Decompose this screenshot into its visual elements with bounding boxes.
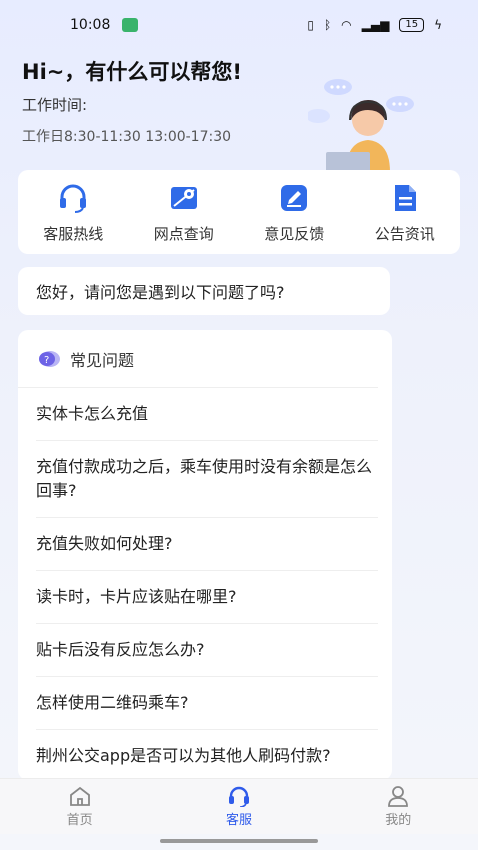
faq-item[interactable]: 怎样使用二维码乘车? bbox=[36, 677, 378, 730]
headset-icon bbox=[56, 181, 90, 215]
tab-profile[interactable]: 我的 bbox=[353, 785, 443, 828]
charging-icon: ϟ bbox=[434, 18, 442, 32]
headset-icon bbox=[228, 786, 249, 807]
vibrate-icon: ▯ bbox=[307, 18, 314, 32]
tab-home[interactable]: 首页 bbox=[35, 785, 125, 828]
chat-question-icon: ? bbox=[39, 350, 60, 367]
tab-home-label: 首页 bbox=[66, 813, 93, 828]
user-icon bbox=[388, 786, 409, 807]
edit-icon bbox=[277, 181, 311, 215]
svg-text:?: ? bbox=[44, 355, 49, 366]
bluetooth-icon: ᛒ bbox=[323, 18, 332, 32]
faq-card: ? 常见问题 实体卡怎么充值 充值付款成功之后，乘车使用时没有余额是怎么回事? … bbox=[18, 330, 392, 780]
tab-profile-label: 我的 bbox=[385, 813, 412, 828]
home-icon bbox=[69, 786, 90, 806]
faq-item[interactable]: 荆州公交app是否可以为其他人刷码付款? bbox=[36, 730, 378, 780]
faq-item[interactable]: 充值失败如何处理? bbox=[36, 518, 378, 571]
quick-actions-card: 客服热线 网点查询 意见反馈 公告资讯 bbox=[18, 170, 460, 254]
work-hours: 工作日8:30-11:30 13:00-17:30 bbox=[22, 129, 232, 145]
signal-icon: ▂▄▆ bbox=[361, 18, 390, 32]
bottom-tab-bar: 首页 客服 我的 bbox=[0, 778, 478, 834]
battery-icon: 15 bbox=[399, 18, 425, 32]
map-location-icon bbox=[167, 181, 201, 215]
faq-title: 常见问题 bbox=[70, 350, 135, 370]
hotline-label: 客服热线 bbox=[43, 224, 104, 243]
faq-item[interactable]: 实体卡怎么充值 bbox=[36, 388, 378, 441]
work-time-label: 工作时间: bbox=[22, 96, 88, 114]
faq-item[interactable]: 读卡时，卡片应该贴在哪里? bbox=[36, 571, 378, 624]
hero-section: Hi~，有什么可以帮您! 工作时间: 工作日8:30-11:30 13:00-1… bbox=[0, 52, 478, 172]
faq-item[interactable]: 贴卡后没有反应怎么办? bbox=[36, 624, 378, 677]
greeting-title: Hi~，有什么可以帮您! bbox=[22, 60, 242, 84]
app-notification-icon bbox=[122, 18, 139, 32]
tab-customer-service-label: 客服 bbox=[225, 813, 252, 828]
feedback-button[interactable]: 意见反馈 bbox=[244, 181, 344, 244]
announcements-button[interactable]: 公告资讯 bbox=[355, 181, 455, 244]
document-icon bbox=[388, 181, 422, 215]
outlet-search-button[interactable]: 网点查询 bbox=[134, 181, 234, 244]
faq-list: 实体卡怎么充值 充值付款成功之后，乘车使用时没有余额是怎么回事? 充值失败如何处… bbox=[18, 388, 392, 780]
feedback-label: 意见反馈 bbox=[264, 224, 325, 243]
prompt-bubble: 您好，请问您是遇到以下问题了吗? bbox=[18, 267, 390, 315]
hotline-button[interactable]: 客服热线 bbox=[23, 181, 123, 244]
home-indicator[interactable] bbox=[160, 839, 318, 843]
wifi-icon: ◠ bbox=[341, 18, 352, 32]
faq-item[interactable]: 充值付款成功之后，乘车使用时没有余额是怎么回事? bbox=[36, 441, 378, 518]
status-time: 10:08 bbox=[70, 17, 111, 33]
tab-customer-service[interactable]: 客服 bbox=[194, 785, 284, 828]
faq-header: ? 常见问题 bbox=[18, 330, 378, 388]
status-bar: 10:08 ▯ ᛒ ◠ ▂▄▆ 15 ϟ bbox=[0, 0, 478, 50]
announcements-label: 公告资讯 bbox=[374, 224, 435, 243]
customer-service-illustration bbox=[308, 79, 414, 172]
outlet-search-label: 网点查询 bbox=[153, 224, 214, 243]
